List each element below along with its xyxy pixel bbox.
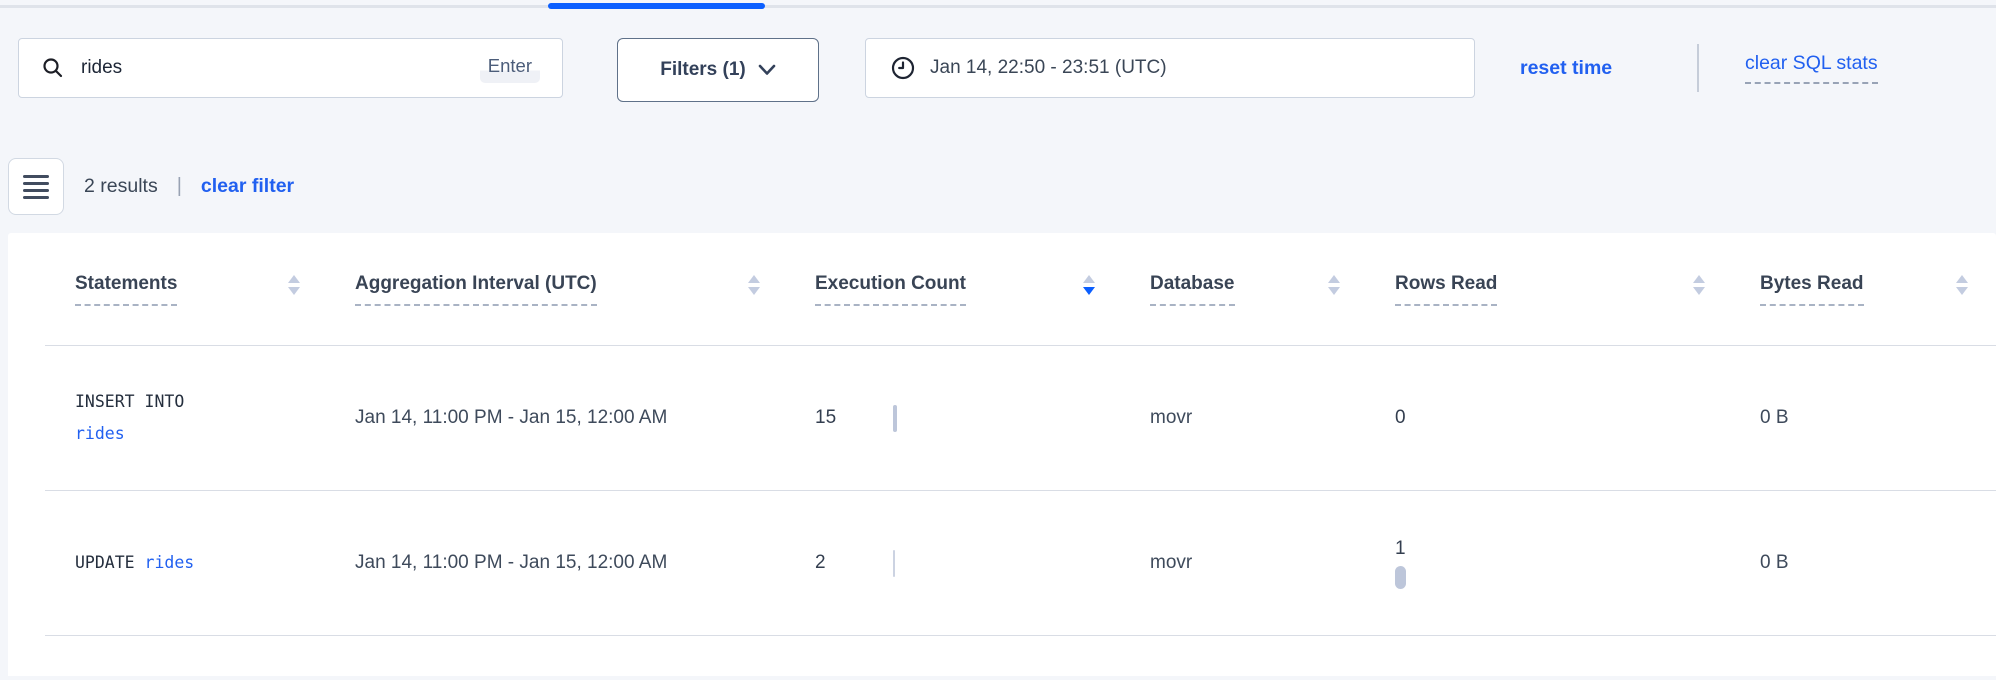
toolbar-divider <box>1697 44 1699 92</box>
search-input[interactable] <box>79 56 480 80</box>
sort-arrows-icon[interactable] <box>1328 275 1340 295</box>
rows-read-value: 1 <box>1395 538 1406 560</box>
rows-read-value: 0 <box>1395 407 1406 429</box>
bytes-read-cell: 0 B <box>1760 407 1996 429</box>
menu-lines-icon <box>23 175 49 199</box>
column-header-database[interactable]: Database <box>1150 273 1395 306</box>
sort-arrows-icon[interactable] <box>288 275 300 295</box>
database-cell: movr <box>1150 407 1395 429</box>
reset-time-link[interactable]: reset time <box>1520 38 1612 98</box>
statement-cell: UPDATE rides <box>75 547 355 579</box>
results-bar: 2 results | clear filter <box>84 158 294 215</box>
clear-sql-stats-label: clear SQL stats <box>1745 52 1878 84</box>
sort-arrows-icon[interactable] <box>1083 275 1095 295</box>
table-row: UPDATE ridesJan 14, 11:00 PM - Jan 15, 1… <box>8 491 1996 635</box>
column-header-aggregation-interval-utc[interactable]: Aggregation Interval (UTC) <box>355 273 815 306</box>
search-icon <box>41 56 65 80</box>
column-header-rows-read[interactable]: Rows Read <box>1395 273 1760 306</box>
statement-keyword: INSERT INTO <box>75 392 184 411</box>
aggregation-interval-cell: Jan 14, 11:00 PM - Jan 15, 12:00 AM <box>355 548 670 578</box>
filters-button-label: Filters (1) <box>660 59 746 81</box>
database-cell: movr <box>1150 552 1395 574</box>
column-header-execution-count[interactable]: Execution Count <box>815 273 1150 306</box>
sort-arrows-icon[interactable] <box>1956 275 1968 295</box>
time-range-picker[interactable]: Jan 14, 22:50 - 23:51 (UTC) <box>865 38 1475 98</box>
statement-object-link[interactable]: rides <box>145 553 195 572</box>
tab-bar-divider <box>0 5 1996 8</box>
column-header-label: Database <box>1150 273 1235 306</box>
execution-count-bar <box>893 405 897 432</box>
sort-arrows-icon[interactable] <box>748 275 760 295</box>
chevron-down-icon <box>758 64 776 76</box>
execution-count-value: 2 <box>815 552 873 574</box>
table-header-row: Statements Aggregation Interval (UTC) Exec… <box>8 233 1996 345</box>
column-header-label: Statements <box>75 273 177 306</box>
statement-object-link[interactable]: rides <box>75 424 125 443</box>
search-box: Enter <box>18 38 563 98</box>
results-count: 2 results <box>84 175 158 198</box>
clear-sql-stats-link[interactable]: clear SQL stats <box>1745 38 1878 98</box>
row-divider <box>45 635 1996 636</box>
statement-cell: INSERT INTO rides <box>75 386 355 450</box>
statements-table-panel: Statements Aggregation Interval (UTC) Exec… <box>8 233 1996 676</box>
column-header-label: Rows Read <box>1395 273 1497 306</box>
clear-filter-link[interactable]: clear filter <box>201 175 294 198</box>
column-header-label: Bytes Read <box>1760 273 1864 306</box>
execution-count-bar <box>893 550 895 577</box>
column-header-label: Execution Count <box>815 273 966 306</box>
sort-arrows-icon[interactable] <box>1693 275 1705 295</box>
rows-read-cell: 1 <box>1395 538 1760 589</box>
rows-read-bar <box>1395 566 1406 589</box>
execution-count-cell: 15 <box>815 405 1150 432</box>
table-row: INSERT INTO rides Jan 14, 11:00 PM - Jan 1… <box>8 346 1996 490</box>
active-tab-indicator <box>548 3 765 9</box>
bytes-read-cell: 0 B <box>1760 552 1996 574</box>
statement-keyword: UPDATE <box>75 553 135 572</box>
column-selector-button[interactable] <box>8 158 64 215</box>
column-header-bytes-read[interactable]: Bytes Read <box>1760 273 1996 306</box>
search-enter-hint: Enter <box>480 53 540 83</box>
rows-read-cell: 0 <box>1395 407 1760 429</box>
clock-icon <box>890 55 916 81</box>
execution-count-cell: 2 <box>815 550 1150 577</box>
aggregation-interval-cell: Jan 14, 11:00 PM - Jan 15, 12:00 AM <box>355 403 670 433</box>
column-header-label: Aggregation Interval (UTC) <box>355 273 597 306</box>
results-divider: | <box>177 175 182 198</box>
execution-count-value: 15 <box>815 407 873 429</box>
time-range-label: Jan 14, 22:50 - 23:51 (UTC) <box>930 57 1167 79</box>
column-header-statements[interactable]: Statements <box>75 273 355 306</box>
filters-button[interactable]: Filters (1) <box>617 38 819 102</box>
